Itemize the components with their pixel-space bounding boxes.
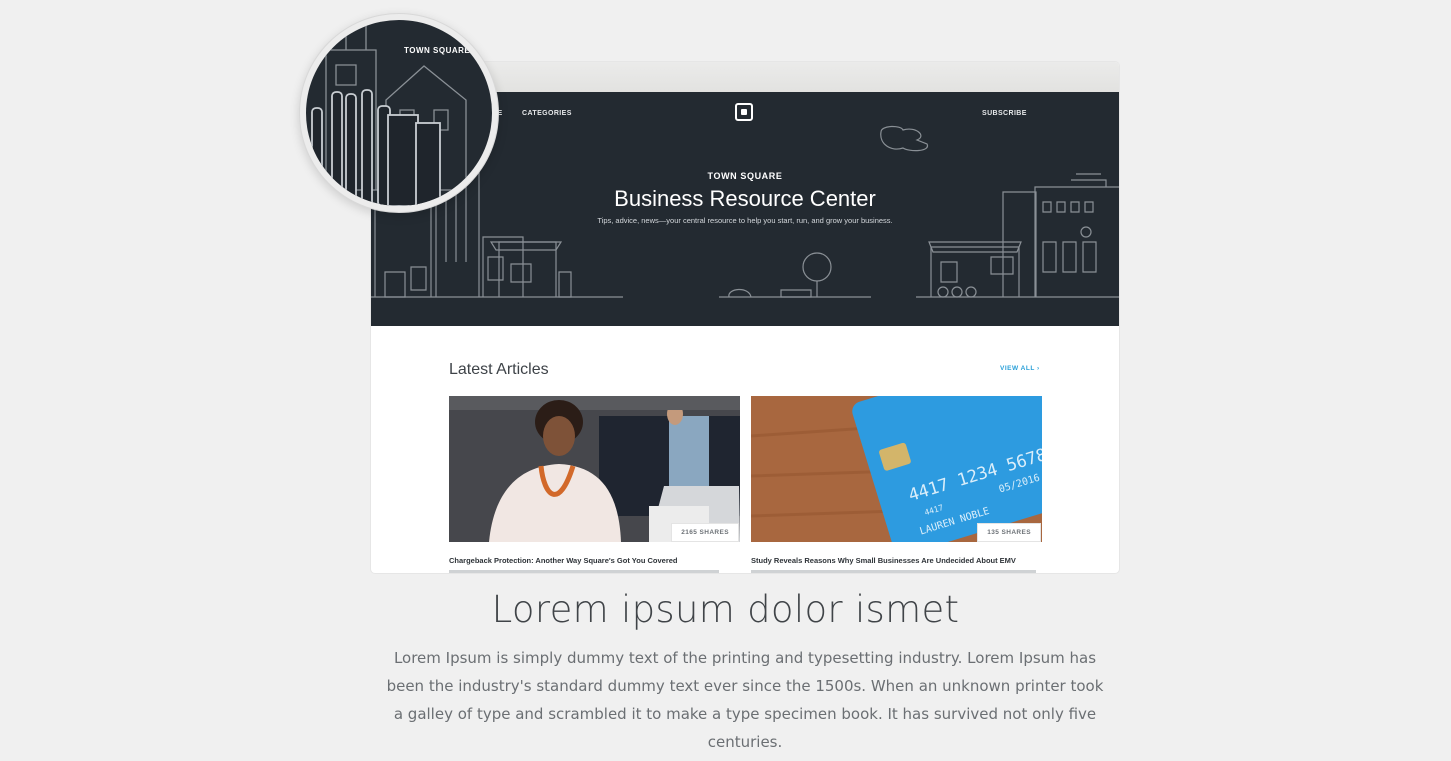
latest-articles-heading: Latest Articles bbox=[449, 361, 549, 378]
share-count-1: 2165 SHARES bbox=[671, 523, 739, 542]
section-heading: Lorem ipsum dolor ismet bbox=[491, 588, 960, 631]
article-excerpt-placeholder-1 bbox=[449, 570, 719, 573]
view-all-link[interactable]: VIEW ALL › bbox=[1000, 365, 1040, 372]
article-title-2[interactable]: Study Reveals Reasons Why Small Business… bbox=[751, 556, 1016, 565]
article-image-1[interactable]: 2165 SHARES bbox=[449, 396, 740, 542]
nav-link-partial[interactable]: RE bbox=[492, 110, 503, 117]
magnifier-circle: TOWN SQUARE bbox=[306, 20, 492, 206]
share-count-2: 135 SHARES bbox=[977, 523, 1041, 542]
nav-link-subscribe[interactable]: SUBSCRIBE bbox=[982, 110, 1027, 117]
article-title-1[interactable]: Chargeback Protection: Another Way Squar… bbox=[449, 556, 678, 565]
nav-link-categories[interactable]: CATEGORIES bbox=[522, 110, 572, 117]
article-image-2[interactable]: 4417 1234 5678 9010 4417 05/2016 LAUREN … bbox=[751, 396, 1042, 542]
magnifier-label: TOWN SQUARE bbox=[404, 46, 471, 55]
article-excerpt-placeholder-2 bbox=[751, 570, 1036, 573]
woman-on-phone-photo bbox=[449, 396, 740, 542]
hero-title: Business Resource Center bbox=[614, 186, 876, 211]
section-body-text: Lorem Ipsum is simply dummy text of the … bbox=[386, 649, 1104, 751]
credit-card-photo: 4417 1234 5678 9010 4417 05/2016 LAUREN … bbox=[751, 396, 1042, 542]
hero-eyebrow: TOWN SQUARE bbox=[707, 171, 783, 181]
square-logo-icon[interactable] bbox=[735, 103, 753, 121]
hero-subtitle: Tips, advice, news—your central resource… bbox=[597, 216, 893, 225]
